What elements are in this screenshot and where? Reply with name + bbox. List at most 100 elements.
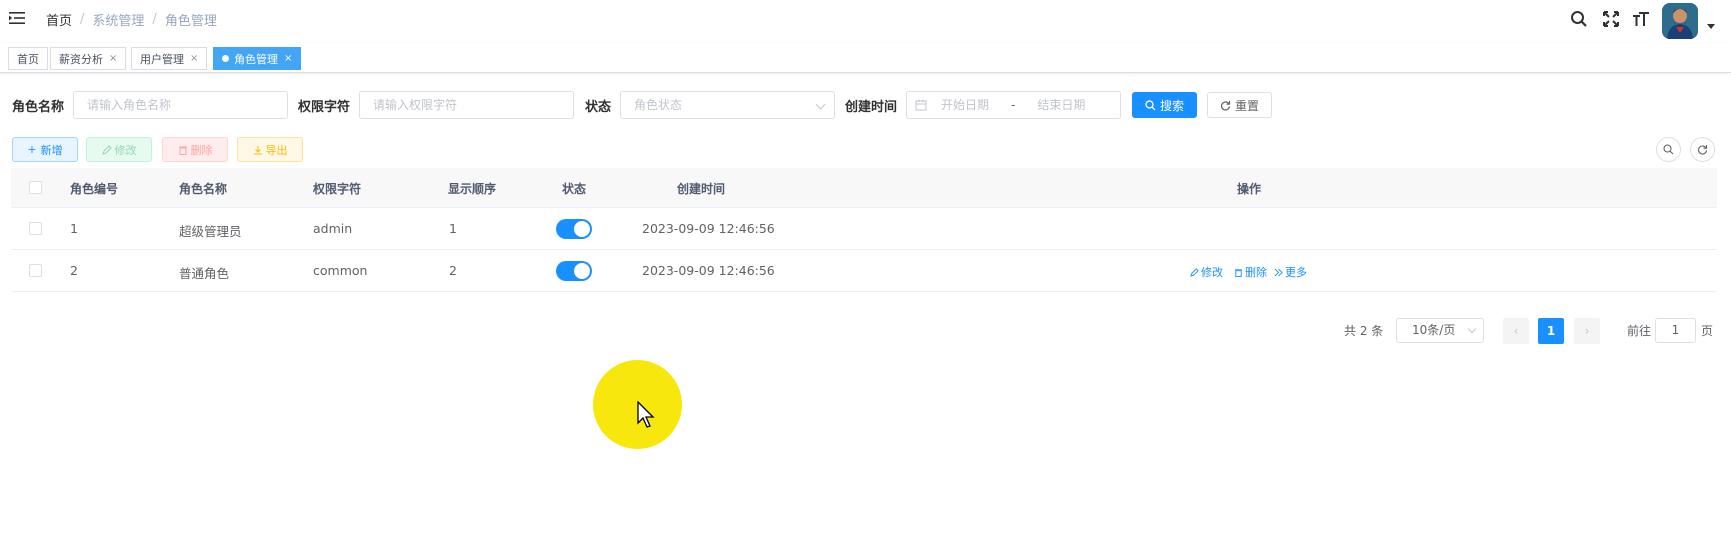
column-header: 创建时间 xyxy=(677,182,726,196)
tag-label: 薪资分析 xyxy=(59,52,103,66)
add-button-label: 新增 xyxy=(40,143,63,157)
search-button[interactable]: 搜索 xyxy=(1132,92,1197,118)
role-key-input[interactable] xyxy=(373,92,560,118)
goto-page-input[interactable]: 1 xyxy=(1655,318,1696,343)
toggle-search-button[interactable] xyxy=(1656,137,1681,162)
table-row[interactable]: 2 普通角色 common 2 2023-09-09 12:46:56 修改 删… xyxy=(11,250,1717,292)
status-label: 状态 xyxy=(585,100,612,115)
delete-button-label: 删除 xyxy=(190,143,213,157)
refresh-icon xyxy=(1220,100,1231,111)
range-separator: - xyxy=(1011,98,1016,112)
export-button-label: 导出 xyxy=(265,143,288,157)
date-range-picker[interactable]: 开始日期 - 结束日期 xyxy=(906,91,1121,119)
breadcrumb-separator: / xyxy=(80,12,85,27)
row-edit-link[interactable]: 修改 xyxy=(1190,264,1223,280)
hamburger-menu-icon[interactable] xyxy=(9,11,25,25)
role-name-label: 角色名称 xyxy=(12,100,65,115)
page-number-label: 1 xyxy=(1546,324,1556,338)
refresh-table-button[interactable] xyxy=(1690,137,1715,162)
role-table: 角色编号 角色名称 权限字符 显示顺序 状态 创建时间 操作 1 超级管理员 a… xyxy=(11,168,1717,292)
calendar-icon xyxy=(915,99,927,111)
breadcrumb-current: 角色管理 xyxy=(164,14,217,29)
created-time-cell: 2023-09-09 12:46:56 xyxy=(642,263,775,278)
role-name-cell: 超级管理员 xyxy=(179,224,242,239)
prev-page-button[interactable]: ‹ xyxy=(1503,318,1529,344)
created-time-cell: 2023-09-09 12:46:56 xyxy=(642,221,775,236)
export-button[interactable]: 导出 xyxy=(237,137,303,162)
role-id-cell: 2 xyxy=(70,263,78,278)
tag-home[interactable]: 首页 xyxy=(8,47,48,70)
chevron-right-icon: › xyxy=(1584,324,1590,338)
search-icon[interactable] xyxy=(1570,10,1588,28)
created-time-label: 创建时间 xyxy=(845,100,898,115)
tag-label: 首页 xyxy=(17,52,39,66)
close-icon[interactable]: × xyxy=(284,53,292,64)
chevron-left-icon: ‹ xyxy=(1513,324,1519,338)
page-number-button[interactable]: 1 xyxy=(1538,318,1564,344)
table-row[interactable]: 1 超级管理员 admin 1 2023-09-09 12:46:56 xyxy=(11,208,1717,250)
delete-icon xyxy=(178,146,187,155)
tag-label: 角色管理 xyxy=(234,52,278,66)
role-name-field[interactable] xyxy=(73,91,288,119)
end-date-placeholder[interactable]: 结束日期 xyxy=(1037,92,1085,118)
row-delete-link[interactable]: 删除 xyxy=(1234,264,1267,280)
status-switch[interactable] xyxy=(556,219,592,239)
row-edit-label: 修改 xyxy=(1201,266,1223,279)
reset-button-label: 重置 xyxy=(1234,98,1259,113)
column-header: 权限字符 xyxy=(313,182,362,196)
tag-user-management[interactable]: 用户管理 × xyxy=(131,47,208,70)
select-all-checkbox[interactable] xyxy=(29,181,42,194)
table-header: 角色编号 角色名称 权限字符 显示顺序 状态 创建时间 操作 xyxy=(11,168,1717,208)
reset-button[interactable]: 重置 xyxy=(1207,92,1272,118)
page-unit-label: 页 xyxy=(1701,324,1714,338)
next-page-button[interactable]: › xyxy=(1574,318,1600,344)
chevron-down-icon xyxy=(1467,324,1477,334)
status-select[interactable]: 角色状态 xyxy=(620,91,835,119)
edit-button-label: 修改 xyxy=(114,143,137,157)
refresh-icon xyxy=(1698,145,1708,155)
row-more-link[interactable]: 更多 xyxy=(1274,264,1307,280)
page-size-value: 10条/页 xyxy=(1412,323,1456,337)
tag-salary-analysis[interactable]: 薪资分析 × xyxy=(50,47,127,70)
status-switch[interactable] xyxy=(556,261,592,281)
font-size-icon[interactable] xyxy=(1632,10,1650,28)
role-name-input[interactable] xyxy=(87,92,274,118)
fullscreen-icon[interactable] xyxy=(1602,10,1620,28)
search-icon xyxy=(1145,99,1156,110)
column-header: 角色名称 xyxy=(179,182,228,196)
page-size-select[interactable]: 10条/页 xyxy=(1396,318,1484,343)
delete-icon xyxy=(1234,268,1243,277)
tag-label: 用户管理 xyxy=(140,52,184,66)
row-more-label: 更多 xyxy=(1285,266,1307,279)
close-icon[interactable]: × xyxy=(190,53,198,64)
close-icon[interactable]: × xyxy=(109,53,117,64)
switch-knob xyxy=(574,221,590,237)
add-button[interactable]: + 新增 xyxy=(12,137,78,162)
active-dot-icon xyxy=(222,55,229,62)
role-key-label: 权限字符 xyxy=(298,100,351,115)
start-date-placeholder[interactable]: 开始日期 xyxy=(941,92,989,118)
avatar-image xyxy=(1662,3,1698,39)
column-header: 状态 xyxy=(562,182,587,196)
double-arrow-right-icon xyxy=(1274,268,1283,276)
row-checkbox[interactable] xyxy=(29,222,42,235)
edit-button[interactable]: 修改 xyxy=(86,137,152,162)
role-name-cell: 普通角色 xyxy=(179,266,230,281)
tag-role-management[interactable]: 角色管理 × xyxy=(213,47,302,70)
breadcrumb-home[interactable]: 首页 xyxy=(46,10,72,29)
role-key-cell: admin xyxy=(313,221,353,236)
column-header: 显示顺序 xyxy=(448,182,497,196)
tags-view: 首页 薪资分析 × 用户管理 × 角色管理 × xyxy=(0,43,1731,73)
role-key-field[interactable] xyxy=(359,91,574,119)
search-icon xyxy=(1663,144,1674,155)
delete-button[interactable]: 删除 xyxy=(162,137,228,162)
column-header: 角色编号 xyxy=(70,182,119,196)
role-id-cell: 1 xyxy=(70,221,78,236)
row-checkbox[interactable] xyxy=(29,264,42,277)
avatar[interactable] xyxy=(1662,3,1698,39)
caret-down-icon[interactable] xyxy=(1707,24,1715,29)
navbar: 首页 / 系统管理 / 角色管理 xyxy=(0,0,1731,39)
status-select-placeholder: 角色状态 xyxy=(634,98,683,112)
goto-label: 前往 xyxy=(1627,324,1652,338)
plus-icon: + xyxy=(27,143,37,156)
